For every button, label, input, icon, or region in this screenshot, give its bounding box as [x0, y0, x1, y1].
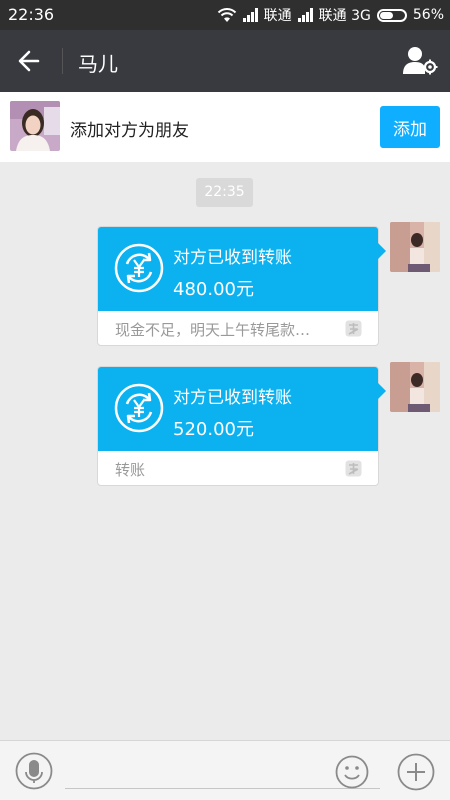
transfer-note: 现金不足，明天上午转尾款…: [115, 321, 311, 339]
add-friend-bar: 添加对方为朋友 添加: [0, 92, 450, 162]
carrier-1: 联通: [263, 8, 292, 24]
add-friend-button[interactable]: 添加: [380, 106, 440, 148]
message-timestamp: 22:35: [196, 178, 253, 207]
transfer-amount: 520.00元: [173, 419, 254, 440]
transfer-card[interactable]: 对方已收到转账 520.00元 转账: [97, 366, 386, 486]
transfer-card-header: 对方已收到转账 480.00元: [98, 227, 386, 311]
voice-button[interactable]: [15, 752, 53, 790]
status-right: 联通 联通 3G 56%: [217, 5, 444, 25]
bubble-tail: [378, 243, 386, 259]
smiley-icon: [335, 755, 369, 789]
microphone-icon: [15, 752, 53, 790]
transfer-status: 对方已收到转账: [173, 388, 292, 408]
plus-icon: [397, 753, 435, 791]
transfer-card-footer: 现金不足，明天上午转尾款…: [98, 311, 378, 345]
avatar-photo: [390, 362, 440, 412]
transfer-card-footer: 转账: [98, 451, 378, 485]
my-avatar[interactable]: [390, 362, 440, 412]
bubble-tail: [378, 383, 386, 399]
wallet-logo-icon: [345, 320, 362, 337]
carrier-2: 联通 3G: [318, 8, 371, 24]
transfer-card[interactable]: 对方已收到转账 480.00元 现金不足，明天上午转尾款…: [97, 226, 386, 346]
contact-avatar[interactable]: [10, 101, 60, 151]
header-divider: [62, 48, 63, 74]
emoji-button[interactable]: [335, 755, 369, 789]
my-avatar[interactable]: [390, 222, 440, 272]
avatar-photo: [390, 222, 440, 272]
wallet-logo-icon: [345, 460, 362, 477]
transfer-status: 对方已收到转账: [173, 248, 292, 268]
more-button[interactable]: [397, 753, 435, 791]
add-friend-text: 添加对方为朋友: [70, 121, 189, 141]
wifi-icon: [217, 8, 236, 22]
battery-percent: 56%: [412, 7, 444, 23]
chat-title: 马儿: [78, 52, 118, 76]
chat-header: 马儿: [0, 30, 450, 92]
input-bar: [0, 740, 450, 800]
back-button[interactable]: [12, 45, 46, 77]
avatar-photo: [10, 101, 60, 151]
transfer-message[interactable]: 对方已收到转账 480.00元 现金不足，明天上午转尾款…: [97, 226, 386, 346]
battery-icon: [376, 8, 407, 22]
transfer-yuan-icon: [114, 383, 164, 433]
chat-info-button[interactable]: [402, 44, 438, 78]
signal-icon: [242, 8, 258, 22]
back-arrow-icon: [18, 50, 40, 72]
transfer-card-header: 对方已收到转账 520.00元: [98, 367, 386, 451]
transfer-message[interactable]: 对方已收到转账 520.00元 转账: [97, 366, 386, 486]
message-input[interactable]: [65, 755, 380, 789]
status-time: 22:36: [8, 5, 55, 24]
status-bar: 22:36 联通 联通 3G 56%: [0, 0, 450, 30]
transfer-note: 转账: [115, 461, 146, 479]
transfer-yuan-icon: [114, 243, 164, 293]
signal-icon: [297, 8, 313, 22]
transfer-amount: 480.00元: [173, 279, 254, 300]
user-settings-icon: [403, 47, 438, 75]
